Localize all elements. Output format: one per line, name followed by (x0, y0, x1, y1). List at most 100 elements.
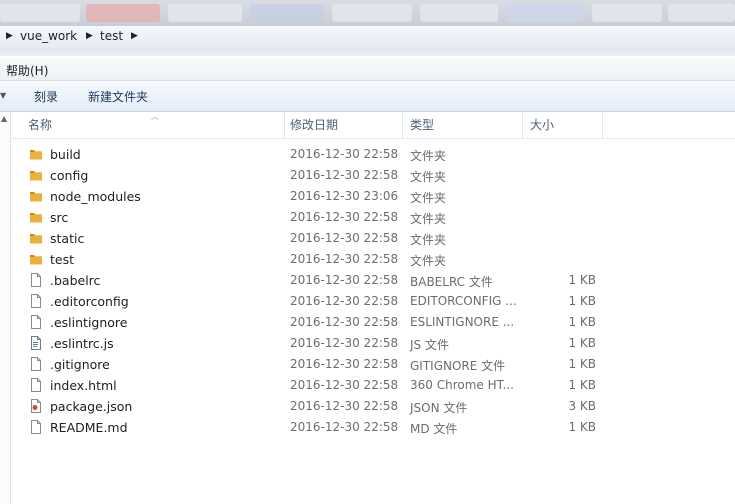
breadcrumb-chevron-icon[interactable]: ▶ (131, 31, 138, 41)
json-file-icon (29, 399, 43, 413)
file-date: 2016-12-30 22:58 (290, 273, 399, 287)
file-name: .babelrc (50, 273, 101, 288)
folder-icon (29, 147, 43, 161)
file-size: 1 KB (568, 357, 596, 371)
column-date-label: 修改日期 (290, 118, 339, 132)
address-bar[interactable]: ▶ vue_work ▶ test ▶ (0, 26, 735, 49)
file-date: 2016-12-30 22:58 (290, 210, 399, 224)
file-row[interactable]: .eslintignore 2016-12-30 22:58 ESLINTIGN… (24, 312, 614, 333)
file-row[interactable]: .babelrc 2016-12-30 22:58 BABELRC 文件 1 K… (24, 270, 614, 291)
scroll-up-icon[interactable]: ▲ (1, 114, 7, 123)
file-icon (29, 273, 43, 287)
file-type: 文件夹 (410, 149, 447, 163)
sort-ascending-icon: ︿ (151, 112, 159, 121)
file-name: src (50, 210, 69, 225)
file-size: 1 KB (568, 378, 596, 392)
file-row[interactable]: config 2016-12-30 22:58 文件夹 (24, 165, 614, 186)
column-size[interactable]: 大小 (523, 112, 603, 138)
file-type: ESLINTIGNORE ... (410, 315, 515, 329)
file-size: 1 KB (568, 294, 596, 308)
file-name: index.html (50, 378, 117, 393)
file-type: BABELRC 文件 (410, 275, 493, 289)
menu-help[interactable]: 帮助(H) (6, 62, 48, 79)
breadcrumb-item-vue-work[interactable]: vue_work (20, 29, 77, 43)
taskbar-strip (0, 0, 735, 26)
file-name: .editorconfig (50, 294, 129, 309)
folder-icon (29, 210, 43, 224)
file-row[interactable]: .gitignore 2016-12-30 22:58 GITIGNORE 文件… (24, 354, 614, 375)
file-row[interactable]: index.html 2016-12-30 22:58 360 Chrome H… (24, 375, 614, 396)
file-date: 2016-12-30 22:58 (290, 336, 399, 350)
column-type-label: 类型 (410, 118, 435, 132)
file-type: 文件夹 (410, 233, 447, 247)
file-date: 2016-12-30 22:58 (290, 420, 399, 434)
file-row[interactable]: static 2016-12-30 22:58 文件夹 (24, 228, 614, 249)
file-date: 2016-12-30 22:58 (290, 252, 399, 266)
file-row[interactable]: README.md 2016-12-30 22:58 MD 文件 1 KB (24, 417, 614, 438)
file-size: 3 KB (568, 399, 596, 413)
new-folder-button[interactable]: 新建文件夹 (88, 88, 148, 105)
taskbar-tab (168, 4, 242, 22)
file-icon (29, 294, 43, 308)
file-row[interactable]: src 2016-12-30 22:58 文件夹 (24, 207, 614, 228)
file-type: 文件夹 (410, 254, 447, 268)
file-date: 2016-12-30 22:58 (290, 399, 399, 413)
file-row[interactable]: test 2016-12-30 22:58 文件夹 (24, 249, 614, 270)
toolbar: ▼ 刻录 新建文件夹 (0, 81, 735, 112)
taskbar-tab (668, 4, 735, 22)
file-name: test (50, 252, 75, 267)
file-type: JSON 文件 (410, 401, 468, 415)
column-date[interactable]: 修改日期 (283, 112, 403, 138)
file-type: 360 Chrome HT... (410, 378, 514, 392)
folder-icon (29, 231, 43, 245)
file-date: 2016-12-30 22:58 (290, 168, 399, 182)
column-size-label: 大小 (530, 118, 555, 132)
file-row[interactable]: node_modules 2016-12-30 23:06 文件夹 (24, 186, 614, 207)
taskbar-tab (0, 4, 80, 22)
file-type: EDITORCONFIG ... (410, 294, 517, 308)
navigation-pane-edge[interactable]: ▲ (0, 112, 11, 504)
tab-strip (0, 48, 735, 56)
file-row[interactable]: .editorconfig 2016-12-30 22:58 EDITORCON… (24, 291, 614, 312)
file-icon (29, 420, 43, 434)
file-name: .gitignore (50, 357, 110, 372)
burn-button[interactable]: 刻录 (34, 88, 58, 105)
file-type: MD 文件 (410, 422, 458, 436)
file-type: 文件夹 (410, 170, 447, 184)
column-name-label: 名称 (28, 118, 53, 132)
breadcrumb-chevron-icon[interactable]: ▶ (86, 31, 93, 41)
file-icon (29, 378, 43, 392)
file-name: .eslintrc.js (50, 336, 114, 351)
taskbar-tab (332, 4, 412, 22)
file-size: 1 KB (568, 336, 596, 350)
taskbar-tab (86, 4, 160, 22)
file-name: config (50, 168, 89, 183)
breadcrumb-chevron-icon[interactable]: ▶ (6, 31, 13, 41)
file-size: 1 KB (568, 273, 596, 287)
file-size: 1 KB (568, 420, 596, 434)
file-icon (29, 315, 43, 329)
file-name: README.md (50, 420, 128, 435)
file-date: 2016-12-30 22:58 (290, 294, 399, 308)
file-row[interactable]: build 2016-12-30 22:58 文件夹 (24, 144, 614, 165)
file-type: GITIGNORE 文件 (410, 359, 506, 373)
file-type: 文件夹 (410, 212, 447, 226)
taskbar-tab (592, 4, 662, 22)
breadcrumb-item-test[interactable]: test (100, 29, 123, 43)
file-date: 2016-12-30 22:58 (290, 147, 399, 161)
taskbar-tab (420, 4, 498, 22)
file-row[interactable]: package.json 2016-12-30 22:58 JSON 文件 3 … (24, 396, 614, 417)
column-type[interactable]: 类型 (403, 112, 523, 138)
taskbar-tab (250, 4, 324, 22)
taskbar-tab (506, 4, 584, 22)
file-date: 2016-12-30 22:58 (290, 315, 399, 329)
file-row[interactable]: .eslintrc.js 2016-12-30 22:58 JS 文件 1 KB (24, 333, 614, 354)
file-name: node_modules (50, 189, 141, 204)
file-name: static (50, 231, 85, 246)
menu-bar: 帮助(H) (0, 58, 735, 81)
file-name: build (50, 147, 81, 162)
chevron-down-icon[interactable]: ▼ (0, 91, 6, 100)
folder-icon (29, 189, 43, 203)
folder-icon (29, 168, 43, 182)
file-icon (29, 357, 43, 371)
